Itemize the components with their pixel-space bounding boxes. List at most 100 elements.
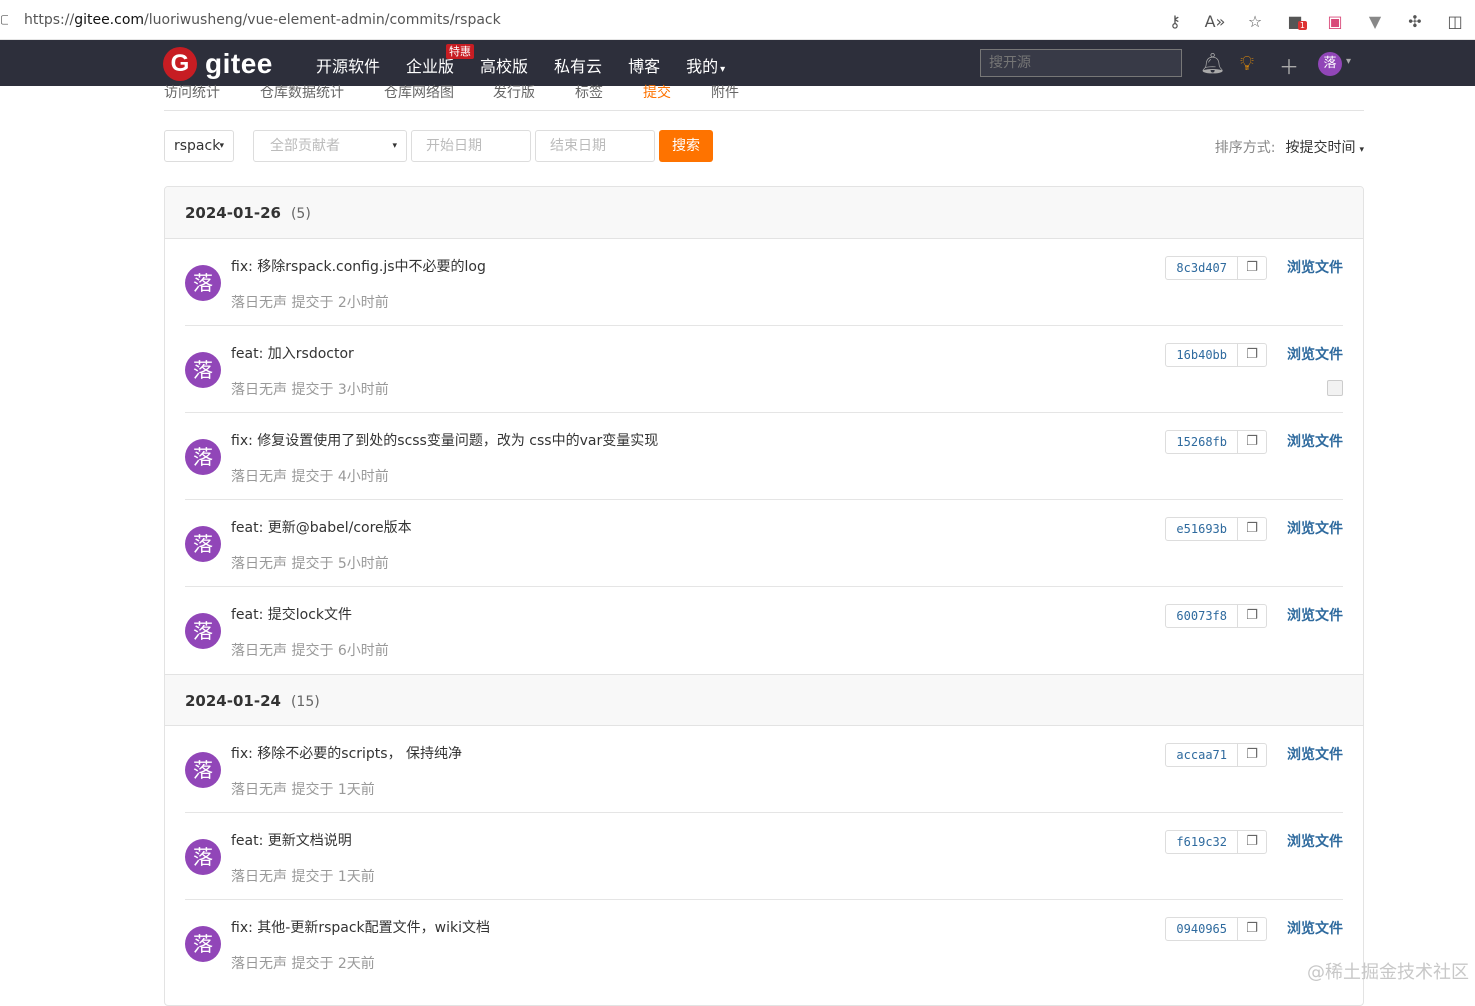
- tab-network-graph[interactable]: 仓库网络图: [384, 84, 454, 102]
- address-bar[interactable]: https://gitee.com/luoriwusheng/vue-eleme…: [24, 12, 501, 28]
- compare-checkbox[interactable]: [1327, 380, 1343, 396]
- commit-message[interactable]: fix: 移除rspack.config.js中不必要的log: [231, 256, 486, 276]
- author-avatar[interactable]: 落: [185, 265, 221, 301]
- author-avatar[interactable]: 落: [185, 526, 221, 562]
- nav-private-cloud[interactable]: 私有云: [554, 53, 602, 77]
- commit-author[interactable]: 落日无声: [231, 556, 287, 572]
- browse-files-link[interactable]: 浏览文件: [1287, 744, 1343, 764]
- browse-files-link[interactable]: 浏览文件: [1287, 831, 1343, 851]
- nav-education[interactable]: 高校版: [480, 53, 528, 77]
- sort-label: 排序方式:: [1215, 140, 1276, 156]
- commit-author[interactable]: 落日无声: [231, 869, 287, 885]
- search-input[interactable]: [980, 49, 1182, 77]
- sort-value: 按提交时间: [1285, 140, 1355, 156]
- commit-message[interactable]: feat: 加入rsdoctor: [231, 343, 354, 363]
- chevron-down-icon: ▾: [720, 64, 725, 75]
- tab-visit-stats[interactable]: 访问统计: [164, 84, 220, 102]
- contributor-select[interactable]: 全部贡献者 ▾: [253, 130, 407, 162]
- translate-icon[interactable]: ▣: [1315, 12, 1355, 31]
- commit-author[interactable]: 落日无声: [231, 469, 287, 485]
- commit-message[interactable]: fix: 移除不必要的scripts， 保持纯净: [231, 743, 462, 763]
- plus-icon[interactable]: ＋: [1279, 51, 1299, 80]
- author-avatar[interactable]: 落: [185, 926, 221, 962]
- browse-files-link[interactable]: 浏览文件: [1287, 518, 1343, 538]
- read-aloud-icon[interactable]: A»: [1195, 12, 1235, 31]
- author-avatar[interactable]: 落: [185, 352, 221, 388]
- commit-sha[interactable]: 16b40bb: [1166, 344, 1238, 366]
- author-avatar[interactable]: 落: [185, 839, 221, 875]
- extension-icon[interactable]: ■1: [1275, 12, 1315, 31]
- chevron-down-icon[interactable]: ▾: [1346, 56, 1351, 67]
- url-path: /luoriwusheng/vue-element-admin/commits/…: [144, 12, 501, 28]
- browse-files-link[interactable]: 浏览文件: [1287, 918, 1343, 938]
- commit-group: 2024-01-26(5) 落 fix: 移除rspack.config.js中…: [165, 187, 1363, 674]
- end-date-placeholder: 结束日期: [550, 138, 606, 154]
- favorite-star-icon[interactable]: ☆: [1235, 12, 1275, 31]
- commit-sha[interactable]: accaa71: [1166, 744, 1238, 766]
- nav-opensource[interactable]: 开源软件: [316, 53, 380, 77]
- tab-repo-data-stats[interactable]: 仓库数据统计: [260, 84, 344, 102]
- commit-author[interactable]: 落日无声: [231, 643, 287, 659]
- commit-sha[interactable]: e51693b: [1166, 518, 1238, 540]
- browse-files-link[interactable]: 浏览文件: [1287, 605, 1343, 625]
- commit-message[interactable]: feat: 更新@babel/core版本: [231, 517, 412, 537]
- gitee-logo[interactable]: G gitee: [163, 47, 273, 81]
- nav-blog[interactable]: 博客: [628, 53, 660, 77]
- puzzle-icon[interactable]: ✣: [1395, 12, 1435, 31]
- key-icon[interactable]: ⚷: [1155, 12, 1195, 31]
- commit-message[interactable]: feat: 更新文档说明: [231, 830, 352, 850]
- author-avatar[interactable]: 落: [185, 439, 221, 475]
- nav-enterprise[interactable]: 企业版特惠: [406, 53, 454, 77]
- commit-message[interactable]: fix: 修复设置使用了到处的scss变量问题，改为 css中的var变量实现: [231, 430, 658, 450]
- commit-sha[interactable]: f619c32: [1166, 831, 1238, 853]
- commit-sha[interactable]: 8c3d407: [1166, 257, 1238, 279]
- user-avatar[interactable]: 落: [1318, 52, 1342, 76]
- copy-icon[interactable]: ❐: [1238, 918, 1266, 940]
- author-avatar[interactable]: 落: [185, 752, 221, 788]
- start-date-placeholder: 开始日期: [426, 138, 482, 154]
- commit-author[interactable]: 落日无声: [231, 956, 287, 972]
- browser-toolbar: ▢ https://gitee.com/luoriwusheng/vue-ele…: [0, 0, 1475, 40]
- site-info-icon[interactable]: ▢: [0, 12, 8, 28]
- commit-author[interactable]: 落日无声: [231, 782, 287, 798]
- commit-sha-box: 8c3d407❐: [1165, 256, 1267, 280]
- commit-author[interactable]: 落日无声: [231, 382, 287, 398]
- copy-icon[interactable]: ❐: [1238, 257, 1266, 279]
- commit-group-header: 2024-01-24(15): [165, 674, 1363, 726]
- tab-tags[interactable]: 标签: [575, 84, 603, 102]
- commit-message[interactable]: fix: 其他-更新rspack配置文件，wiki文档: [231, 917, 490, 937]
- commit-meta: 落日无声 提交于 2天前: [231, 953, 375, 973]
- tab-releases[interactable]: 发行版: [493, 84, 535, 102]
- vivaldi-icon[interactable]: ▼: [1355, 12, 1395, 31]
- browse-files-link[interactable]: 浏览文件: [1287, 431, 1343, 451]
- start-date-input[interactable]: 开始日期: [411, 130, 531, 162]
- tab-attachments[interactable]: 附件: [711, 84, 739, 102]
- bell-icon[interactable]: 🔔︎: [1200, 51, 1225, 75]
- copy-icon[interactable]: ❐: [1238, 431, 1266, 453]
- copy-icon[interactable]: ❐: [1238, 344, 1266, 366]
- browse-files-link[interactable]: 浏览文件: [1287, 344, 1343, 364]
- commit-time: 提交于 4小时前: [291, 469, 388, 485]
- copy-icon[interactable]: ❐: [1238, 605, 1266, 627]
- copy-icon[interactable]: ❐: [1238, 831, 1266, 853]
- tab-commits[interactable]: 提交: [643, 84, 671, 102]
- copy-icon[interactable]: ❐: [1238, 744, 1266, 766]
- commit-sha[interactable]: 15268fb: [1166, 431, 1238, 453]
- commit-sha[interactable]: 0940965: [1166, 918, 1238, 940]
- nav-mine[interactable]: 我的▾: [686, 53, 725, 77]
- copy-icon[interactable]: ❐: [1238, 518, 1266, 540]
- author-avatar[interactable]: 落: [185, 613, 221, 649]
- lightbulb-icon[interactable]: 💡︎: [1240, 51, 1254, 75]
- commit-author[interactable]: 落日无声: [231, 295, 287, 311]
- end-date-input[interactable]: 结束日期: [535, 130, 655, 162]
- commit-row: 落 feat: 提交lock文件 落日无声 提交于 6小时前 60073f8❐ …: [185, 587, 1343, 674]
- branch-select[interactable]: rspack ▾: [164, 130, 234, 162]
- search-button[interactable]: 搜索: [659, 130, 713, 162]
- commit-sha[interactable]: 60073f8: [1166, 605, 1238, 627]
- sort-control[interactable]: 排序方式:按提交时间▾: [1215, 137, 1364, 157]
- group-count: (5): [291, 206, 311, 222]
- commit-message[interactable]: feat: 提交lock文件: [231, 604, 352, 624]
- commit-time: 提交于 1天前: [291, 782, 374, 798]
- split-screen-icon[interactable]: ◫: [1435, 12, 1475, 31]
- browse-files-link[interactable]: 浏览文件: [1287, 257, 1343, 277]
